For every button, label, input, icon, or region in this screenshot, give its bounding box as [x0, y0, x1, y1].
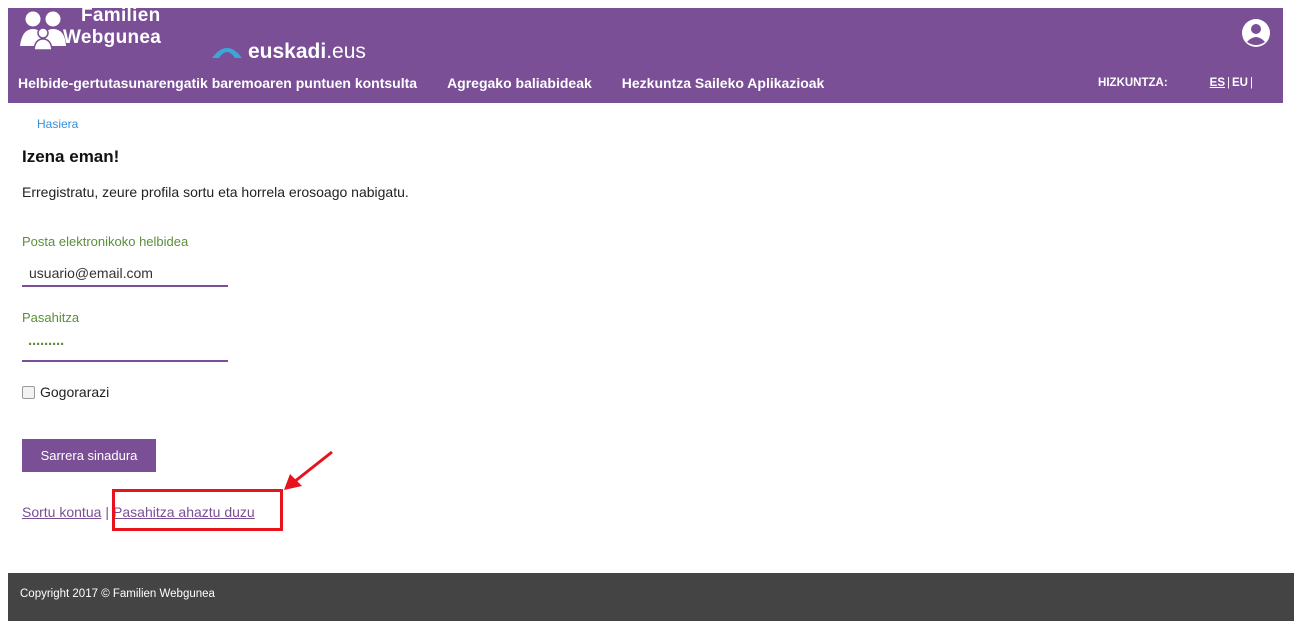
nav-item-agregako-baliabideak[interactable]: Agregako baliabideak — [447, 75, 592, 91]
breadcrumb: Hasiera — [37, 117, 78, 131]
nav-item-baremo-kontsulta[interactable]: Helbide-gertutasunarengatik baremoaren p… — [18, 75, 417, 91]
email-label: Posta elektronikoko helbidea — [22, 234, 189, 249]
password-field[interactable]: ········· — [22, 336, 228, 362]
breadcrumb-home-link[interactable]: Hasiera — [37, 117, 78, 131]
password-value: ········· — [28, 336, 65, 353]
remember-me: Gogorarazi — [22, 384, 109, 400]
link-separator: | — [105, 504, 110, 520]
sign-in-button[interactable]: Sarrera sinadura — [22, 439, 156, 472]
language-switcher: HIZKUNTZA: ES | EU | — [1098, 72, 1255, 94]
password-label: Pasahitza — [22, 310, 80, 325]
euskadi-logo[interactable]: euskadi.eus — [210, 39, 366, 65]
main-nav: Helbide-gertutasunarengatik baremoaren p… — [18, 72, 854, 94]
remember-checkbox[interactable] — [22, 385, 35, 399]
create-account-link[interactable]: Sortu kontua — [22, 504, 101, 520]
remember-label: Gogorarazi — [40, 384, 110, 400]
brand-name: Familien Webgunea — [63, 5, 161, 49]
page-subtitle: Erregistratu, zeure profila sortu eta ho… — [22, 184, 409, 200]
euskadi-wordmark: euskadi.eus — [248, 40, 366, 63]
site-footer: Copyright 2017 © Familien Webgunea — [8, 573, 1294, 621]
language-label: HIZKUNTZA: — [1098, 77, 1168, 89]
language-separator: | — [1227, 77, 1231, 89]
nav-item-aplikazioak[interactable]: Hezkuntza Saileko Aplikazioak — [622, 75, 825, 91]
email-field[interactable]: usuario@email.com — [22, 261, 228, 287]
euskadi-logo-icon — [210, 40, 244, 65]
site-header: Familien Webgunea euskadi.eus Helbide-ge… — [8, 5, 1283, 103]
language-separator: | — [1250, 77, 1253, 89]
copyright-text: Copyright 2017 © Familien Webgunea — [20, 588, 215, 600]
annotation-highlight-box — [112, 489, 283, 531]
brand-line-2: Webgunea — [63, 27, 162, 48]
email-value: usuario@email.com — [29, 265, 153, 281]
brand-line-1: Familien — [81, 5, 161, 26]
page-title: Izena eman! — [22, 147, 120, 166]
language-option-eu[interactable]: EU — [1232, 77, 1248, 89]
user-account-icon[interactable] — [1241, 18, 1271, 53]
annotation-arrow-icon — [280, 448, 340, 499]
brand-logo[interactable]: Familien Webgunea — [18, 5, 188, 68]
language-option-es[interactable]: ES — [1210, 77, 1225, 89]
